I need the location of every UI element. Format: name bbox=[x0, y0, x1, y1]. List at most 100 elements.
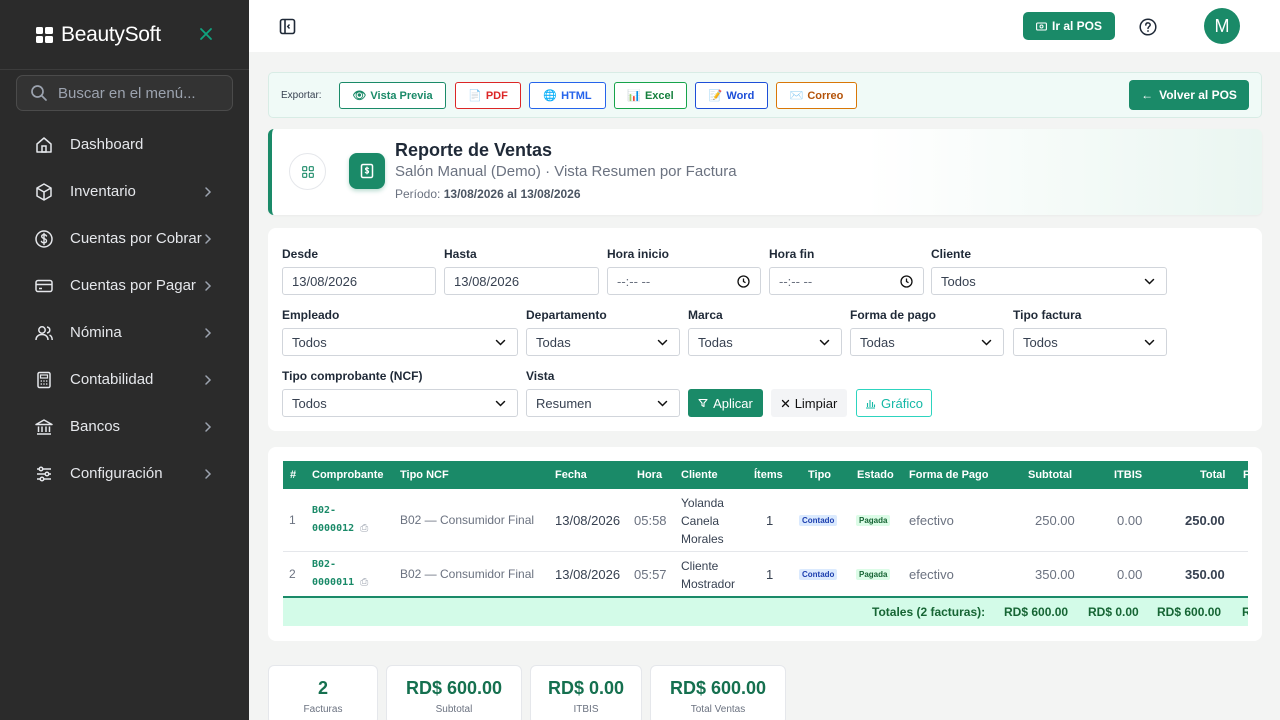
chart-button[interactable]: Gráfico bbox=[856, 389, 932, 417]
apply-button[interactable]: Aplicar bbox=[688, 389, 763, 417]
cliente-line: Mostrador bbox=[681, 577, 736, 591]
help-icon[interactable] bbox=[1139, 18, 1157, 36]
comprobante-link[interactable]: B02- 0000012 ⎙ bbox=[312, 502, 392, 538]
vista-select[interactable]: Resumen bbox=[526, 389, 680, 417]
apply-label: Aplicar bbox=[713, 395, 753, 411]
sidebar-item-label: Dashboard bbox=[70, 136, 144, 153]
sidebar-item-cuentas-pagar[interactable]: Cuentas por Pagar bbox=[0, 262, 249, 309]
sidebar-item-bancos[interactable]: Bancos bbox=[0, 403, 249, 450]
chevron-down-icon bbox=[819, 339, 830, 346]
sliders-icon bbox=[37, 465, 51, 482]
totals-cut: R bbox=[1242, 605, 1248, 619]
chevron-down-icon bbox=[1144, 278, 1155, 285]
chevron-down-icon bbox=[1144, 339, 1155, 346]
back-to-pos-button[interactable]: ← Volver al POS bbox=[1129, 80, 1249, 110]
sidebar-nav: Dashboard Inventario Cuentas por Cobrar … bbox=[0, 121, 249, 497]
sidebar-item-nomina[interactable]: Nómina bbox=[0, 309, 249, 356]
menu-search[interactable] bbox=[16, 75, 233, 111]
row-fecha: 13/08/2026 bbox=[555, 513, 621, 528]
pdf-button[interactable]: 📄 PDF bbox=[455, 82, 521, 109]
grid-button[interactable] bbox=[289, 153, 326, 190]
chevron-down-icon bbox=[657, 400, 668, 407]
marca-value: Todas bbox=[698, 334, 733, 350]
chevron-down-icon bbox=[657, 339, 668, 346]
chevron-down-icon bbox=[981, 339, 992, 346]
clock-icon bbox=[737, 274, 750, 288]
summary-value: RD$ 600.00 bbox=[405, 678, 503, 698]
cliente-select[interactable]: Todos bbox=[931, 267, 1167, 295]
excel-button[interactable]: 📊 Excel bbox=[614, 82, 687, 109]
email-button[interactable]: ✉️ Correo bbox=[776, 82, 857, 109]
chart-icon: 📊 bbox=[627, 90, 641, 102]
arrow-left-icon: ← bbox=[1141, 88, 1154, 102]
filter-hora-inicio-label: Hora inicio bbox=[607, 247, 670, 261]
table-row[interactable]: 1 B02- 0000012 ⎙ B02 — Consumidor Final 1… bbox=[283, 489, 1248, 552]
preview-button[interactable]: 👁 Vista Previa bbox=[339, 82, 446, 109]
col-p: P bbox=[1243, 469, 1248, 481]
close-sidebar-icon[interactable] bbox=[198, 26, 214, 42]
sidebar-item-inventario[interactable]: Inventario bbox=[0, 168, 249, 215]
desde-input[interactable]: 13/08/2026 bbox=[282, 267, 436, 295]
col-hora: Hora bbox=[637, 469, 663, 481]
bar-chart-icon bbox=[866, 399, 876, 409]
email-label: Correo bbox=[807, 89, 844, 102]
word-button[interactable]: 📝 Word bbox=[695, 82, 768, 109]
hora-fin-input[interactable]: --:-- -- bbox=[769, 267, 924, 295]
filter-marca-label: Marca bbox=[688, 308, 723, 322]
document-icon: 📄 bbox=[468, 90, 482, 102]
chevron-right-icon bbox=[205, 468, 212, 479]
departamento-select[interactable]: Todas bbox=[526, 328, 680, 356]
row-subtotal: 250.00 bbox=[1035, 513, 1075, 528]
col-total: Total bbox=[1200, 469, 1226, 481]
filter-empleado-label: Empleado bbox=[282, 308, 340, 322]
col-num: # bbox=[290, 469, 297, 481]
marca-select[interactable]: Todas bbox=[688, 328, 842, 356]
table-header: # Comprobante Tipo NCF Fecha Hora Client… bbox=[283, 461, 1248, 489]
printer-icon[interactable]: ⎙ bbox=[360, 523, 368, 534]
row-tipo-ncf: B02 — Consumidor Final bbox=[400, 567, 535, 581]
topbar: Ir al POS M bbox=[249, 0, 1280, 52]
col-fecha: Fecha bbox=[555, 469, 587, 481]
bank-icon bbox=[35, 418, 53, 435]
chevron-right-icon bbox=[205, 280, 212, 291]
comprobante-link[interactable]: B02- 0000011 ⎙ bbox=[312, 556, 392, 592]
sidebar-item-configuracion[interactable]: Configuración bbox=[0, 450, 249, 497]
row-hora: 05:58 bbox=[634, 513, 667, 528]
sidebar-item-label: Contabilidad bbox=[70, 371, 154, 388]
menu-search-input[interactable] bbox=[58, 84, 218, 102]
sidebar-item-cuentas-cobrar[interactable]: Cuentas por Cobrar bbox=[0, 215, 249, 262]
col-estado: Estado bbox=[857, 469, 894, 481]
hora-inicio-input[interactable]: --:-- -- bbox=[607, 267, 761, 295]
period-value: 13/08/2026 al 13/08/2026 bbox=[443, 187, 581, 201]
chart-label: Gráfico bbox=[881, 395, 923, 411]
export-bar: Exportar: 👁 Vista Previa 📄 PDF 🌐 HTML 📊 … bbox=[268, 72, 1262, 118]
tipo-factura-value: Todos bbox=[1023, 334, 1058, 350]
avatar[interactable]: M bbox=[1204, 8, 1240, 44]
home-icon bbox=[36, 136, 52, 153]
tipo-factura-select[interactable]: Todos bbox=[1013, 328, 1167, 356]
tipo-ncf-select[interactable]: Todos bbox=[282, 389, 518, 417]
chevron-down-icon bbox=[495, 400, 506, 407]
summary-label: Total Ventas bbox=[690, 704, 746, 715]
html-button[interactable]: 🌐 HTML bbox=[529, 82, 606, 109]
summary-label: Subtotal bbox=[435, 704, 473, 715]
empleado-select[interactable]: Todos bbox=[282, 328, 518, 356]
sidebar-item-contabilidad[interactable]: Contabilidad bbox=[0, 356, 249, 403]
hasta-input[interactable]: 13/08/2026 bbox=[444, 267, 599, 295]
filter-forma-pago-label: Forma de pago bbox=[850, 308, 937, 322]
printer-icon[interactable]: ⎙ bbox=[360, 577, 368, 588]
clear-button[interactable]: Limpiar bbox=[771, 389, 847, 417]
sidebar-item-dashboard[interactable]: Dashboard bbox=[0, 121, 249, 168]
row-cliente: Yolanda Canela Morales bbox=[681, 494, 724, 548]
search-icon bbox=[31, 85, 47, 101]
comprobante-prefix: B02- bbox=[312, 505, 337, 516]
row-fecha: 13/08/2026 bbox=[555, 567, 621, 582]
table-row[interactable]: 2 B02- 0000011 ⎙ B02 — Consumidor Final 1… bbox=[283, 552, 1248, 597]
summary-card-total: RD$ 600.00 Total Ventas bbox=[650, 665, 786, 720]
report-period: Período: 13/08/2026 al 13/08/2026 bbox=[395, 187, 581, 201]
go-to-pos-button[interactable]: Ir al POS bbox=[1023, 12, 1115, 40]
filter-vista-label: Vista bbox=[526, 369, 555, 383]
forma-pago-select[interactable]: Todas bbox=[850, 328, 1004, 356]
sidebar-toggle-icon[interactable] bbox=[279, 18, 296, 35]
chevron-right-icon bbox=[205, 186, 212, 197]
